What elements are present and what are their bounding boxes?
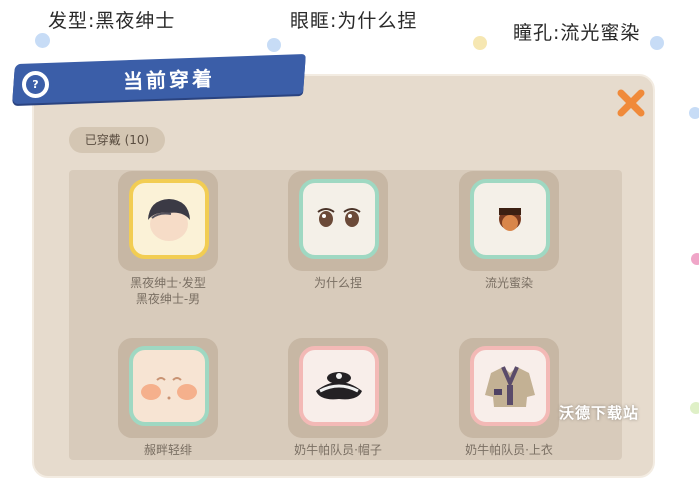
decor-dot [35,33,50,48]
close-button[interactable] [614,86,648,120]
worn-count-badge: 已穿戴 (10) [69,127,165,153]
item-label: 奶牛帕队员·上衣 [465,443,553,457]
outfit-icon: ? [19,68,52,101]
jacket-icon [470,346,550,426]
eye-outline-label: 眼眶:为什么捏 [290,10,418,32]
item-label: 赧畔轻绯 [143,443,192,457]
hat-icon [299,346,379,426]
close-icon [617,89,645,117]
hair-style-label: 发型:黑夜绅士 [48,10,176,32]
panel-title: 当前穿着 [122,66,216,94]
item-label: 黑夜绅士·发型 黑夜绅士-男 [130,276,206,306]
decor-dot [689,107,699,119]
item-label: 为什么捏 [313,276,362,290]
decor-dot [267,38,281,52]
item-label: 流光蜜染 [484,276,533,290]
decor-dot [691,253,699,265]
decor-dot [650,36,664,50]
decor-dot [690,402,699,414]
blush-face-icon [129,346,209,426]
eyes-icon [299,179,379,259]
pupil-label: 瞳孔:流光蜜染 [513,22,641,44]
pupil-icon [470,179,550,259]
hair-head-icon [129,179,209,259]
item-label: 奶牛帕队员·帽子 [294,443,382,457]
decor-dot [473,36,487,50]
watermark: 沃德下载站 [559,404,640,422]
